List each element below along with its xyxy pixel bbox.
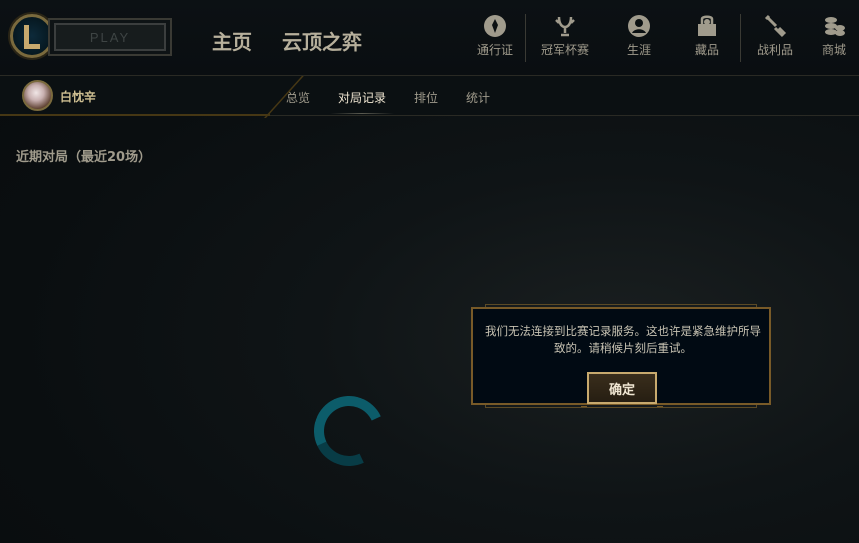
nav-clash[interactable]: 冠军杯赛 bbox=[526, 10, 604, 68]
error-dialog: 我们无法连接到比赛记录服务。这也许是紧急维护所导致的。请稍候片刻后重试。 确定 bbox=[471, 307, 771, 407]
trophy-icon bbox=[555, 16, 575, 37]
collection-icon bbox=[698, 15, 716, 36]
profile-icon bbox=[628, 15, 650, 37]
play-button-label: PLAY bbox=[54, 23, 166, 51]
store-icon bbox=[825, 17, 845, 36]
nav-tft[interactable]: 云顶之弈 bbox=[282, 26, 362, 55]
page-title: 近期对局（最近20场） bbox=[16, 150, 152, 165]
tab-stats[interactable]: 统计 bbox=[466, 89, 490, 106]
nav-store-label: 商城 bbox=[821, 43, 846, 57]
nav-clash-label: 冠军杯赛 bbox=[540, 43, 589, 57]
username: 白忱辛 bbox=[60, 90, 97, 104]
profile-subbar: 白忱辛 总览 对局记录 排位 统计 bbox=[0, 76, 859, 116]
top-navigation-bar: PLAY 主页 云顶之弈 通行证 冠军杯赛 生涯 藏品 战利品 商城 bbox=[0, 0, 859, 76]
nav-loot[interactable]: 战利品 bbox=[741, 10, 809, 68]
icon-nav: 通行证 冠军杯赛 生涯 藏品 战利品 商城 bbox=[465, 10, 859, 68]
button-wing-right bbox=[657, 391, 663, 407]
nav-profile[interactable]: 生涯 bbox=[604, 10, 674, 68]
profile-block: 白忱辛 bbox=[0, 76, 270, 116]
avatar[interactable] bbox=[22, 80, 53, 111]
tab-ranked[interactable]: 排位 bbox=[414, 89, 438, 106]
main-nav: 主页 云顶之弈 bbox=[212, 26, 362, 55]
dialog-message: 我们无法连接到比赛记录服务。这也许是紧急维护所导致的。请稍候片刻后重试。 bbox=[485, 324, 761, 355]
loot-icon bbox=[764, 14, 787, 38]
confirm-button[interactable]: 确定 bbox=[587, 372, 657, 404]
pass-icon bbox=[484, 15, 506, 37]
tab-overview[interactable]: 总览 bbox=[286, 89, 310, 106]
profile-tabs: 总览 对局记录 排位 统计 bbox=[286, 89, 490, 114]
loading-spinner-icon bbox=[304, 386, 394, 476]
play-button[interactable]: PLAY bbox=[48, 18, 172, 56]
logo-l-mark bbox=[24, 25, 40, 49]
tab-match-history[interactable]: 对局记录 bbox=[330, 89, 395, 114]
nav-pass[interactable]: 通行证 bbox=[465, 10, 525, 68]
nav-profile-label: 生涯 bbox=[626, 43, 651, 57]
nav-pass-label: 通行证 bbox=[476, 43, 513, 57]
nav-collection[interactable]: 藏品 bbox=[674, 10, 740, 68]
nav-collection-label: 藏品 bbox=[694, 43, 719, 57]
nav-loot-label: 战利品 bbox=[756, 43, 793, 57]
nav-store[interactable]: 商城 bbox=[809, 10, 859, 68]
nav-home[interactable]: 主页 bbox=[212, 26, 252, 55]
